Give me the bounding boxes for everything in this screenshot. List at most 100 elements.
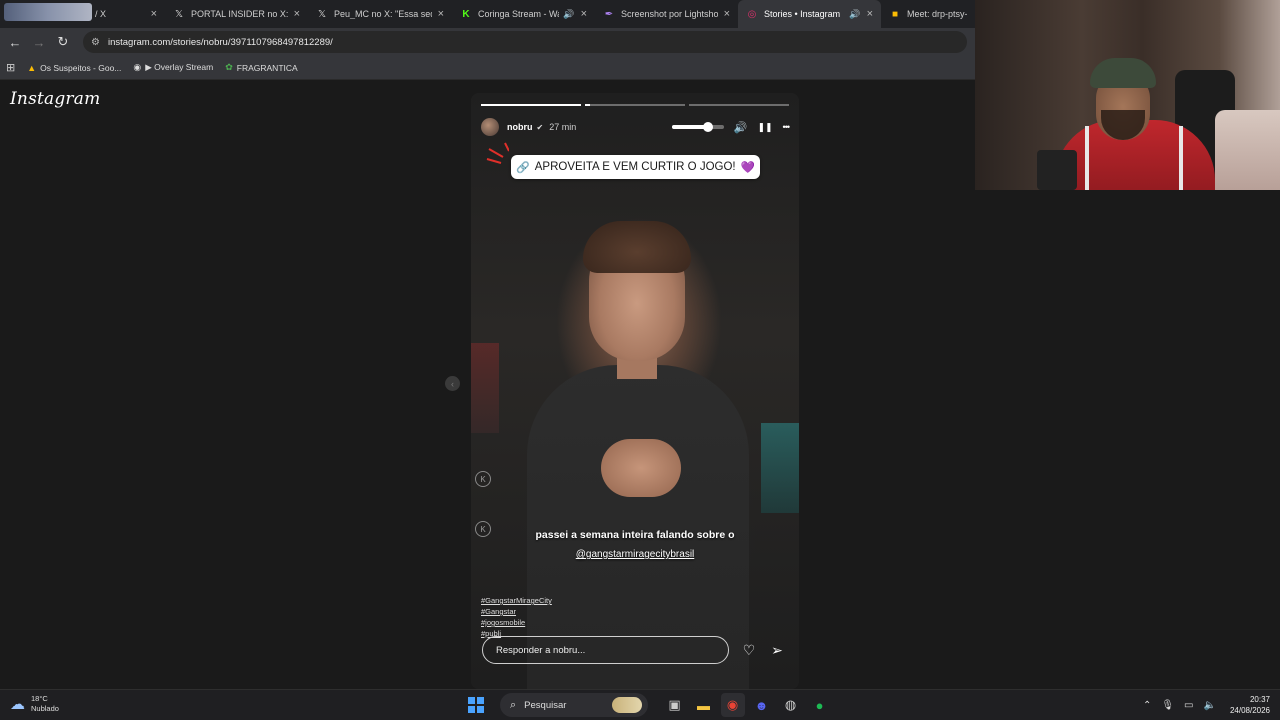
background-poster-icon: K <box>475 471 491 487</box>
chrome-icon[interactable]: ◉ <box>720 693 745 717</box>
browser-toolbar: ← → ↻ ⚙ instagram.com/stories/nobru/3971… <box>0 28 975 56</box>
close-tab-icon[interactable]: × <box>438 8 444 20</box>
taskbar-search[interactable]: ⌕ Pesquisar <box>500 693 648 717</box>
instagram-logo[interactable]: Instagram <box>10 89 100 109</box>
progress-segment <box>689 104 789 106</box>
close-tab-icon[interactable]: × <box>151 8 157 20</box>
story-header: nobru ✔ 27 min 🔊 ❚❚ ••• <box>481 117 791 137</box>
clock[interactable]: 20:37 24/08/2026 <box>1230 694 1270 716</box>
search-label: Pesquisar <box>524 699 567 711</box>
bookmark-label: Os Suspeitos - Goo... <box>40 62 122 73</box>
bookmark-label: FRAGRANTICA <box>236 62 298 73</box>
tab-title: Stories • Instagram <box>764 9 841 19</box>
windows-taskbar: ☁ 18°C Nublado ⌕ Pesquisar ▣ ▬ ◉ ☻ ◍ ● ⌃… <box>0 689 1280 720</box>
person-hair <box>583 221 691 273</box>
tab-coringa-stream[interactable]: K Coringa Stream - Watc 🔊 × <box>452 0 595 28</box>
taskbar-apps: ⌕ Pesquisar ▣ ▬ ◉ ☻ ◍ ● <box>468 693 834 717</box>
tab-title: Meet: drp-ptsy-ewi <box>907 9 967 19</box>
hashtag[interactable]: #jogosmobile <box>481 617 552 628</box>
previous-story-button[interactable]: ‹ <box>445 376 460 391</box>
tab-title: / X <box>95 9 107 19</box>
jacket-stripe <box>1085 126 1089 190</box>
close-tab-icon[interactable]: × <box>581 8 587 20</box>
x-logo-icon: 𝕏 <box>317 8 327 20</box>
tab-x-blurred[interactable]: / X × <box>0 0 165 28</box>
reply-input[interactable] <box>482 636 729 664</box>
clock-date: 24/08/2026 <box>1229 706 1270 715</box>
streamer-cap <box>1090 58 1156 88</box>
bookmark-label: ▶ Overlay Stream <box>145 62 214 72</box>
more-options-button[interactable]: ••• <box>783 122 791 132</box>
tab-instagram-stories[interactable]: ◎ Stories • Instagram 🔊 × <box>738 0 881 28</box>
story-username[interactable]: nobru <box>507 122 533 132</box>
audio-playing-icon[interactable]: 🔊 <box>849 9 860 20</box>
temperature: 18°C <box>31 694 48 703</box>
audio-playing-icon[interactable]: 🔊 <box>563 9 574 20</box>
windows-start-icon[interactable] <box>468 697 484 713</box>
red-arrows-icon <box>486 142 509 164</box>
bookmark-overlay-stream[interactable]: ◉ ▶ Overlay Stream <box>133 62 213 73</box>
weather-text: 18°C Nublado <box>31 694 59 714</box>
instagram-stories-page: Instagram ‹ K K nobru ✔ 27 min 🔊 ❚❚ ••• … <box>0 81 975 689</box>
tab-google-meet[interactable]: ■ Meet: drp-ptsy-ewi <box>881 0 975 28</box>
spotify-icon[interactable]: ● <box>808 693 832 717</box>
hashtag-list: #GangstarMirageCity #Gangstar #jogosmobi… <box>481 595 552 639</box>
share-send-icon[interactable]: ➢ <box>769 642 785 659</box>
progress-fill <box>481 104 581 106</box>
speaker-icon[interactable]: 🔈 <box>1204 700 1216 711</box>
close-tab-icon[interactable]: × <box>867 8 873 20</box>
close-tab-icon[interactable]: × <box>294 8 300 20</box>
weather-widget[interactable]: ☁ 18°C Nublado <box>10 694 59 714</box>
volume-slider[interactable] <box>671 122 724 132</box>
tab-title: Peu_MC no X: "Essa sequê <box>334 9 432 19</box>
pause-button[interactable]: ❚❚ <box>757 122 772 133</box>
site-info-icon[interactable]: ⚙ <box>91 37 100 48</box>
x-logo-icon: 𝕏 <box>174 8 184 20</box>
obs-icon[interactable]: ◍ <box>779 693 803 717</box>
story-timestamp: 27 min <box>549 122 577 132</box>
mention-link[interactable]: @gangstarmiragecitybrasil <box>471 549 799 560</box>
apps-grid-icon[interactable]: ⊞ <box>6 61 15 74</box>
fragrantica-icon: ✿ <box>225 62 233 72</box>
tab-portal-insider[interactable]: 𝕏 PORTAL INSIDER no X: " × <box>165 0 308 28</box>
jacket-stripe <box>1179 126 1183 190</box>
drive-icon: ▲ <box>27 62 37 73</box>
network-icon[interactable]: ▭ <box>1184 700 1193 711</box>
kick-icon: K <box>462 8 470 20</box>
close-tab-icon[interactable]: × <box>724 8 730 20</box>
progress-fill <box>585 104 590 106</box>
task-view-icon[interactable]: ▣ <box>663 693 687 717</box>
microphone-icon[interactable]: 🎙 <box>1161 700 1174 711</box>
lightshot-icon: ✒ <box>604 8 614 20</box>
tab-peu-mc[interactable]: 𝕏 Peu_MC no X: "Essa sequê × <box>308 0 452 28</box>
volume-icon[interactable]: 🔊 <box>734 121 748 134</box>
system-tray: ⌃ 🎙 ▭ 🔈 20:37 24/08/2026 <box>1133 694 1270 716</box>
discord-icon[interactable]: ☻ <box>750 693 774 717</box>
hashtag[interactable]: #Gangstar <box>481 606 552 617</box>
bookmarks-bar: ⊞ ▲ Os Suspeitos - Goo... ◉ ▶ Overlay St… <box>0 56 975 80</box>
person-hands <box>601 439 681 497</box>
reload-button[interactable]: ↻ <box>51 34 75 50</box>
link-sticker[interactable]: 🔗 APROVEITA E VEM CURTIR O JOGO! 💜 <box>511 155 760 179</box>
avatar[interactable] <box>481 118 499 136</box>
chevron-up-icon[interactable]: ⌃ <box>1143 700 1151 711</box>
address-bar[interactable]: ⚙ instagram.com/stories/nobru/3971107968… <box>83 31 967 53</box>
bookmark-fragrantica[interactable]: ✿ FRAGRANTICA <box>225 62 297 73</box>
background-shelf <box>471 343 499 433</box>
link-icon: 🔗 <box>516 161 530 174</box>
back-button[interactable]: ← <box>3 35 27 50</box>
forward-button[interactable]: → <box>27 35 51 50</box>
progress-segment <box>481 104 581 106</box>
file-explorer-icon[interactable]: ▬ <box>692 693 716 717</box>
hashtag[interactable]: #GangstarMirageCity <box>481 595 552 606</box>
story-caption: passei a semana inteira falando sobre o <box>535 529 735 541</box>
story-viewer[interactable]: K K nobru ✔ 27 min 🔊 ❚❚ ••• 🔗 APROVEITA … <box>471 93 799 689</box>
tab-lightshot[interactable]: ✒ Screenshot por Lightshot × <box>595 0 738 28</box>
tab-title: Screenshot por Lightshot <box>621 9 718 19</box>
volume-knob[interactable] <box>703 122 714 132</box>
progress-segment <box>585 104 685 106</box>
bookmark-os-suspeitos[interactable]: ▲ Os Suspeitos - Goo... <box>27 63 121 73</box>
link-sticker-text: APROVEITA E VEM CURTIR O JOGO! <box>534 161 736 173</box>
like-heart-icon[interactable]: ♡ <box>741 642 757 659</box>
background-bed <box>1215 110 1280 190</box>
